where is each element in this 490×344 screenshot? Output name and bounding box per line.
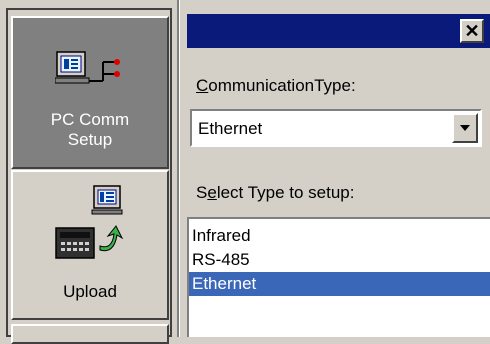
select-type-label: Select Type to setup:: [196, 183, 355, 202]
communication-type-value: Ethernet: [198, 119, 263, 138]
sidebar-item-next[interactable]: [11, 324, 169, 344]
sidebar-item-pc-comm-setup[interactable]: PC Comm Setup: [11, 16, 169, 169]
sidebar-item-upload[interactable]: Upload: [11, 170, 169, 320]
close-button[interactable]: ✕: [460, 19, 484, 43]
list-item-ethernet[interactable]: Ethernet: [189, 272, 490, 296]
communication-type-select[interactable]: Ethernet: [190, 109, 482, 147]
list-item-infrared[interactable]: Infrared: [189, 224, 490, 248]
list-item-rs-485[interactable]: RS-485: [189, 248, 490, 272]
panel-titlebar: ✕: [187, 14, 490, 48]
pc-comm-setup-icon: [54, 48, 125, 100]
upload-icon: [52, 184, 128, 264]
communication-type-label: CommunicationType:: [196, 76, 356, 95]
splitter[interactable]: [179, 0, 187, 337]
sidebar-item-label: PC Comm: [50, 110, 130, 129]
sidebar: PC Comm Setup Upload: [0, 0, 179, 344]
close-icon: ✕: [464, 20, 480, 41]
sidebar-item-label: Setup: [67, 130, 113, 149]
communication-panel: ✕ CommunicationType: Ethernet Select Typ…: [187, 0, 490, 337]
chevron-down-icon: [460, 125, 470, 131]
sidebar-item-label: Upload: [63, 282, 117, 301]
setup-type-list[interactable]: Infrared RS-485 Ethernet: [187, 217, 490, 337]
sidebar-frame: PC Comm Setup Upload: [6, 8, 172, 344]
dropdown-button[interactable]: [452, 113, 478, 143]
